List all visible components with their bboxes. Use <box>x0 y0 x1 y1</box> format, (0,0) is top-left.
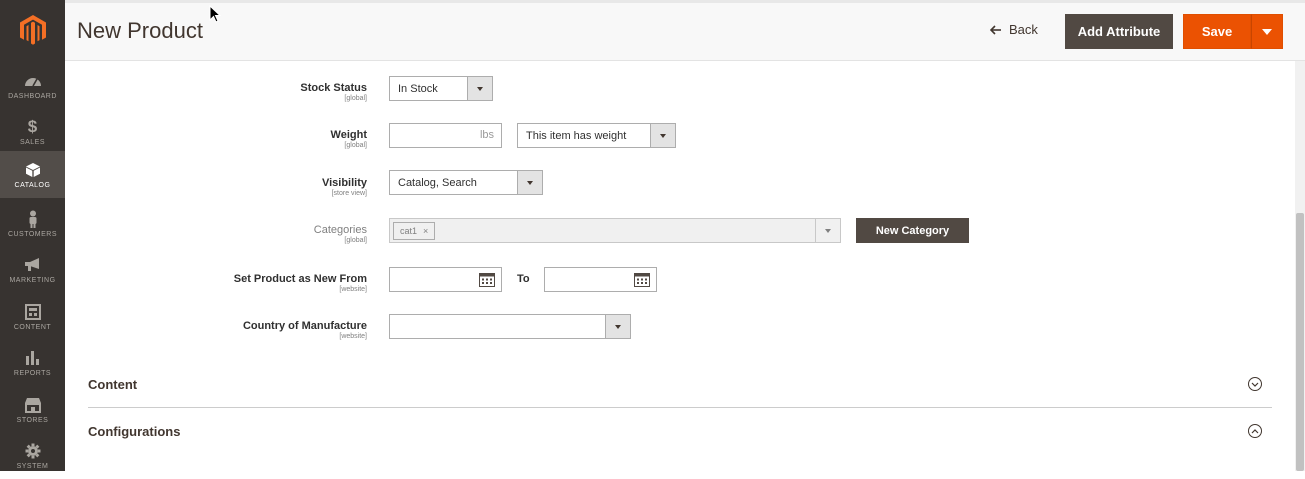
chevron-up-icon[interactable] <box>1248 424 1262 438</box>
person-icon <box>27 210 39 228</box>
back-button-label: Back <box>1009 22 1038 37</box>
weight-label-group: Weight [global] <box>200 129 367 149</box>
back-button[interactable]: Back <box>990 22 1038 37</box>
country-label-group: Country of Manufacture [website] <box>200 320 367 340</box>
add-attribute-button[interactable]: Add Attribute <box>1065 14 1173 49</box>
to-label: To <box>517 273 530 285</box>
visibility-label-group: Visibility [store view] <box>200 177 367 197</box>
close-icon[interactable]: × <box>423 226 428 236</box>
magento-logo[interactable] <box>0 0 65 60</box>
sidebar-item-label: MARKETING <box>9 276 56 284</box>
section-content[interactable]: Content <box>88 361 1272 408</box>
calendar-icon[interactable] <box>634 272 650 287</box>
sidebar-item-system[interactable]: SYSTEM <box>0 432 65 479</box>
stock-status-scope: [global] <box>344 95 367 102</box>
sidebar-item-reports[interactable]: REPORTS <box>0 339 65 386</box>
bar-chart-icon <box>25 349 41 367</box>
sidebar-item-label: CATALOG <box>14 181 51 189</box>
weight-input[interactable]: lbs <box>389 123 502 148</box>
admin-sidebar: DASHBOARD $ SALES CATALOG CUSTOMERS MARK… <box>0 0 65 471</box>
visibility-scope: [store view] <box>331 190 367 197</box>
chevron-down-icon[interactable] <box>1248 377 1262 391</box>
new-from-label-group: Set Product as New From [website] <box>200 273 367 293</box>
sidebar-item-label: STORES <box>16 416 49 424</box>
visibility-label: Visibility <box>321 177 367 189</box>
country-scope: [website] <box>339 333 367 340</box>
weight-scope: [global] <box>344 142 367 149</box>
section-title: Content <box>88 377 138 392</box>
stock-status-label: Stock Status <box>300 82 367 94</box>
content-icon <box>24 303 41 321</box>
chevron-down-icon <box>605 315 630 338</box>
chevron-down-icon <box>1262 28 1272 35</box>
sidebar-item-label: SYSTEM <box>16 462 49 470</box>
sidebar-item-stores[interactable]: STORES <box>0 386 65 433</box>
megaphone-icon <box>24 256 42 274</box>
category-tag: cat1 × <box>393 222 436 240</box>
store-icon <box>24 396 42 414</box>
new-from-scope: [website] <box>339 286 367 293</box>
visibility-select[interactable]: Catalog, Search <box>389 170 543 195</box>
chevron-down-icon <box>815 219 840 242</box>
chevron-down-icon <box>517 171 542 194</box>
save-options-toggle[interactable] <box>1251 14 1283 49</box>
sidebar-item-sales[interactable]: $ SALES <box>0 108 65 155</box>
sidebar-item-label: REPORTS <box>13 369 52 377</box>
categories-label: Categories <box>313 224 367 236</box>
calendar-icon[interactable] <box>479 272 495 287</box>
sidebar-item-dashboard[interactable]: DASHBOARD <box>0 62 65 109</box>
mouse-cursor-icon <box>209 5 221 23</box>
box-icon <box>25 161 41 179</box>
sidebar-item-label: CUSTOMERS <box>7 230 58 238</box>
new-from-date-input[interactable] <box>389 267 502 292</box>
categories-multiselect[interactable]: cat1 × <box>389 218 841 243</box>
dollar-icon: $ <box>27 116 38 136</box>
chevron-down-icon <box>650 124 675 147</box>
scrollbar-thumb[interactable] <box>1296 213 1304 471</box>
save-button[interactable]: Save <box>1183 14 1251 49</box>
page-title: New Product <box>77 18 203 43</box>
visibility-value: Catalog, Search <box>398 176 477 189</box>
categories-scope: [global] <box>344 237 367 244</box>
new-category-button[interactable]: New Category <box>856 218 969 243</box>
country-select[interactable] <box>389 314 631 339</box>
section-title: Configurations <box>88 424 181 439</box>
sidebar-item-marketing[interactable]: MARKETING <box>0 246 65 293</box>
has-weight-select[interactable]: This item has weight <box>517 123 676 148</box>
sidebar-item-customers[interactable]: CUSTOMERS <box>0 200 65 247</box>
stock-status-select[interactable]: In Stock <box>389 76 493 101</box>
arrow-left-icon <box>990 24 1001 35</box>
new-to-date-input[interactable] <box>544 267 657 292</box>
sidebar-item-label: CONTENT <box>13 323 52 331</box>
sidebar-item-content[interactable]: CONTENT <box>0 293 65 340</box>
dashboard-icon <box>24 72 42 90</box>
section-configurations[interactable]: Configurations <box>88 408 1272 455</box>
chevron-down-icon <box>467 77 492 100</box>
stock-status-label-group: Stock Status [global] <box>200 82 367 102</box>
has-weight-value: This item has weight <box>526 129 627 142</box>
sidebar-item-catalog[interactable]: CATALOG <box>0 151 65 198</box>
new-from-label: Set Product as New From <box>233 273 367 285</box>
weight-label: Weight <box>330 129 367 141</box>
stock-status-value: In Stock <box>398 82 438 95</box>
page-header: New Product Back Add Attribute Save <box>65 0 1305 61</box>
gear-icon <box>25 442 41 460</box>
categories-label-group: Categories [global] <box>200 224 367 244</box>
sidebar-item-label: DASHBOARD <box>8 92 57 100</box>
sidebar-item-label: SALES <box>19 138 46 146</box>
category-tag-label: cat1 <box>400 226 418 236</box>
country-label: Country of Manufacture <box>242 320 367 332</box>
weight-unit: lbs <box>479 129 494 141</box>
